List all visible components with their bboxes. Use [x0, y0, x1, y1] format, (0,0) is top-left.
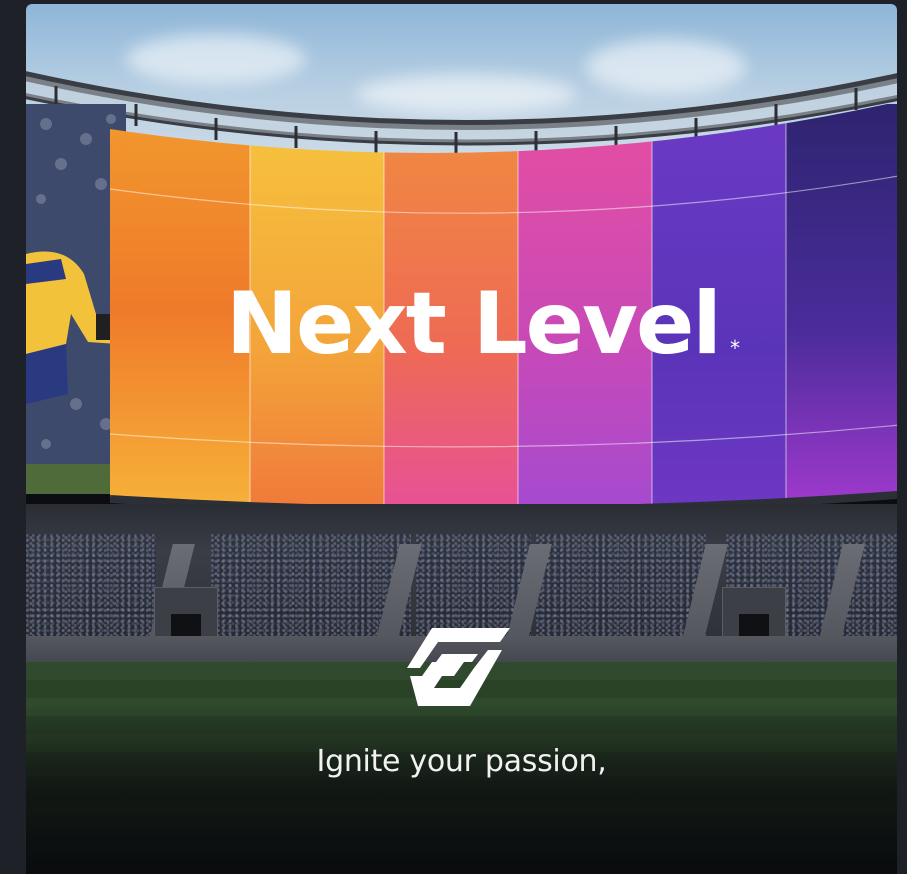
brand-logo-icon [407, 628, 510, 706]
screen-headline: Next Level [226, 274, 722, 374]
screen-headline-area: Next Level * [226, 274, 786, 384]
promo-banner: Next Level * Ignite your passion, [26, 4, 897, 874]
headline-mark: * [730, 336, 740, 360]
tagline: Ignite your passion, [316, 744, 607, 779]
